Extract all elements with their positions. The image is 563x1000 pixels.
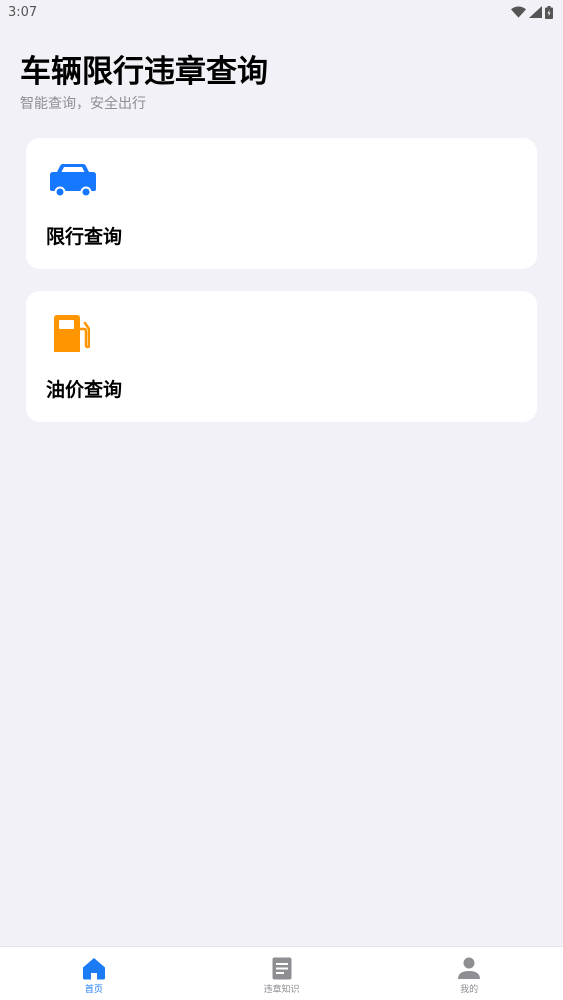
gas-price-query-label: 油价查询 <box>46 379 123 401</box>
tab-home-label: 首页 <box>84 985 103 995</box>
gas-price-query-card[interactable]: 油价查询 <box>26 291 537 422</box>
gas-pump-icon <box>54 315 90 352</box>
car-icon <box>50 164 96 198</box>
bottom-tab-bar: 首页 违章知识 我的 <box>0 946 563 1000</box>
page-subtitle: 智能查询，安全出行 <box>20 96 146 112</box>
tab-violation-knowledge-label: 违章知识 <box>263 985 300 995</box>
wifi-icon <box>511 6 526 18</box>
tab-me[interactable]: 我的 <box>375 947 563 1000</box>
restriction-query-card[interactable]: 限行查询 <box>26 138 537 269</box>
status-time: 3:07 <box>8 4 38 20</box>
app-screen: 3:07 车辆限行违章查询 智能查询，安全出行 限行查询 油价查询 首页 违章知… <box>0 0 563 1000</box>
status-bar: 3:07 <box>0 0 563 24</box>
tab-home[interactable]: 首页 <box>0 947 188 1000</box>
signal-icon <box>529 6 542 18</box>
restriction-query-label: 限行查询 <box>46 226 123 248</box>
tab-me-label: 我的 <box>460 985 479 995</box>
person-icon <box>458 957 481 979</box>
page-title: 车辆限行违章查询 <box>20 54 268 90</box>
battery-icon <box>545 5 553 19</box>
status-icons <box>511 5 553 19</box>
home-icon <box>82 958 105 980</box>
tab-violation-knowledge[interactable]: 违章知识 <box>188 947 376 1000</box>
document-icon <box>272 957 291 980</box>
